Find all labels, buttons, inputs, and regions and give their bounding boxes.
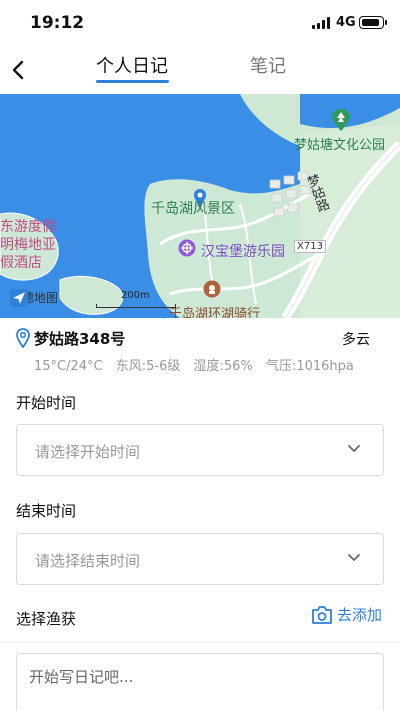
active-tab-indicator <box>96 80 169 83</box>
chevron-down-icon <box>348 554 360 561</box>
map-view[interactable]: 梦姑塘文化公园 千岛湖风景区 东游度假 明梅地亚 假酒店 汉宝堡游乐园 梦姑路 … <box>0 94 400 318</box>
ferris-wheel-icon[interactable] <box>178 239 196 257</box>
map-label-resort-1: 东游度假 <box>0 219 56 235</box>
weather-text: 多云 <box>342 332 370 348</box>
catch-label: 选择渔获 <box>16 610 77 628</box>
end-time-label: 结束时间 <box>16 502 77 520</box>
location-pin-icon <box>16 328 30 348</box>
weather-details: 15°C/24°C 东风:5-6级 湿度:56% 气压:1016hpa <box>34 355 363 374</box>
tab-notes[interactable]: 笔记 <box>250 52 286 78</box>
battery-icon <box>359 16 387 29</box>
bike-marker-icon[interactable] <box>203 280 221 298</box>
add-catch-button[interactable]: 去添加 <box>311 604 382 625</box>
map-label-road-code: X713 <box>294 240 326 253</box>
chevron-down-icon <box>348 445 360 452</box>
status-bar: 19:12 4G <box>0 0 400 46</box>
tab-personal-diary[interactable]: 个人日记 <box>96 52 168 78</box>
map-scale-bar <box>96 304 176 308</box>
temperature-text: 15°C/24°C <box>34 359 103 374</box>
status-time: 19:12 <box>30 13 85 33</box>
map-label-resort-3: 假酒店 <box>0 255 42 271</box>
camera-icon <box>312 605 332 624</box>
signal-icon <box>312 17 332 29</box>
diary-placeholder: 开始写日记吧... <box>29 668 134 686</box>
add-catch-label: 去添加 <box>337 606 383 624</box>
map-scale-label: 200m <box>121 290 150 301</box>
end-time-select[interactable]: 请选择结束时间 <box>16 533 384 585</box>
map-label-cycling: 千岛湖环湖骑行 <box>169 307 261 318</box>
map-label-scenic: 千岛湖风景区 <box>151 201 235 217</box>
map-scale: 200m <box>96 290 176 308</box>
pressure-text: 气压:1016hpa <box>265 359 354 374</box>
network-label: 4G <box>336 15 356 30</box>
end-time-placeholder: 请选择结束时间 <box>35 552 141 570</box>
start-time-placeholder: 请选择开始时间 <box>35 443 141 461</box>
chevron-left-icon <box>12 60 24 80</box>
amap-logo-icon <box>10 289 28 307</box>
start-time-select[interactable]: 请选择开始时间 <box>16 424 384 476</box>
location-row: 梦姑路348号 多云 <box>0 325 400 351</box>
address-text: 梦姑路348号 <box>34 330 126 348</box>
header: 个人日记 笔记 <box>0 46 400 94</box>
start-time-label: 开始时间 <box>16 394 77 412</box>
map-label-resort-2: 明梅地亚 <box>0 237 56 253</box>
map-logo: 高德地图 <box>10 289 58 307</box>
humidity-text: 湿度:56% <box>193 359 253 374</box>
wind-text: 东风:5-6级 <box>115 359 181 374</box>
back-button[interactable] <box>6 54 32 84</box>
diary-textarea[interactable]: 开始写日记吧... <box>16 653 384 711</box>
park-marker-icon[interactable] <box>331 108 351 132</box>
divider <box>0 642 400 643</box>
map-label-park: 梦姑塘文化公园 <box>294 138 386 153</box>
map-label-amusement: 汉宝堡游乐园 <box>201 244 285 260</box>
